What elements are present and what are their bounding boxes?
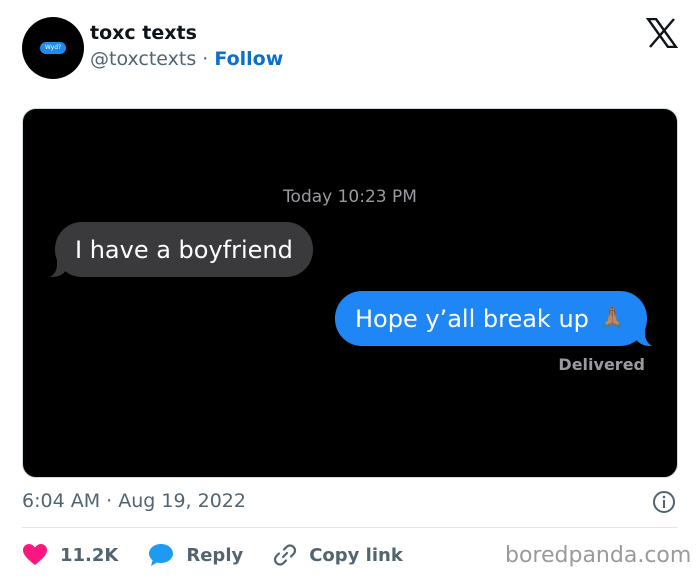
like-count: 11.2K — [60, 544, 119, 566]
tweet-timestamp[interactable]: 6:04 AM · Aug 19, 2022 — [22, 490, 246, 512]
avatar[interactable]: Wyd? — [22, 17, 84, 79]
author-handle-row: @toxctexts · Follow — [90, 48, 283, 70]
outgoing-message-text: Hope y’all break up — [355, 304, 589, 333]
outgoing-message-bubble: Hope y’all break up 🙏🏽 — [335, 291, 647, 346]
copy-link-button[interactable]: Copy link — [273, 543, 403, 567]
author-handle[interactable]: @toxctexts — [90, 48, 196, 70]
x-logo-icon[interactable] — [646, 18, 678, 48]
divider — [22, 527, 678, 528]
incoming-message-bubble: I have a boyfriend — [55, 222, 313, 277]
info-icon[interactable] — [652, 490, 676, 514]
incoming-message-text: I have a boyfriend — [75, 235, 293, 264]
copy-link-label: Copy link — [309, 544, 403, 566]
follow-button[interactable]: Follow — [214, 48, 283, 70]
tail-mask — [645, 318, 665, 348]
avatar-text: Wyd? — [39, 42, 67, 54]
heart-icon — [23, 544, 47, 565]
delivery-status: Delivered — [558, 355, 645, 374]
like-button[interactable]: 11.2K — [22, 543, 118, 567]
chat-timestamp: Today 10:23 PM — [283, 187, 417, 207]
reply-label: Reply — [186, 544, 244, 566]
watermark: boredpanda.com — [505, 543, 692, 568]
speech-bubble-icon — [149, 544, 174, 566]
tweet-media-screenshot[interactable]: Today 10:23 PM I have a boyfriend Hope y… — [22, 108, 678, 478]
separator: · — [202, 48, 209, 70]
reply-button[interactable]: Reply — [148, 543, 243, 567]
link-icon — [274, 544, 297, 566]
praying-hands-icon: 🙏🏽 — [598, 306, 627, 331]
author-name[interactable]: toxc texts — [90, 22, 197, 44]
tweet-actions: 11.2K Reply Copy link — [22, 541, 433, 569]
